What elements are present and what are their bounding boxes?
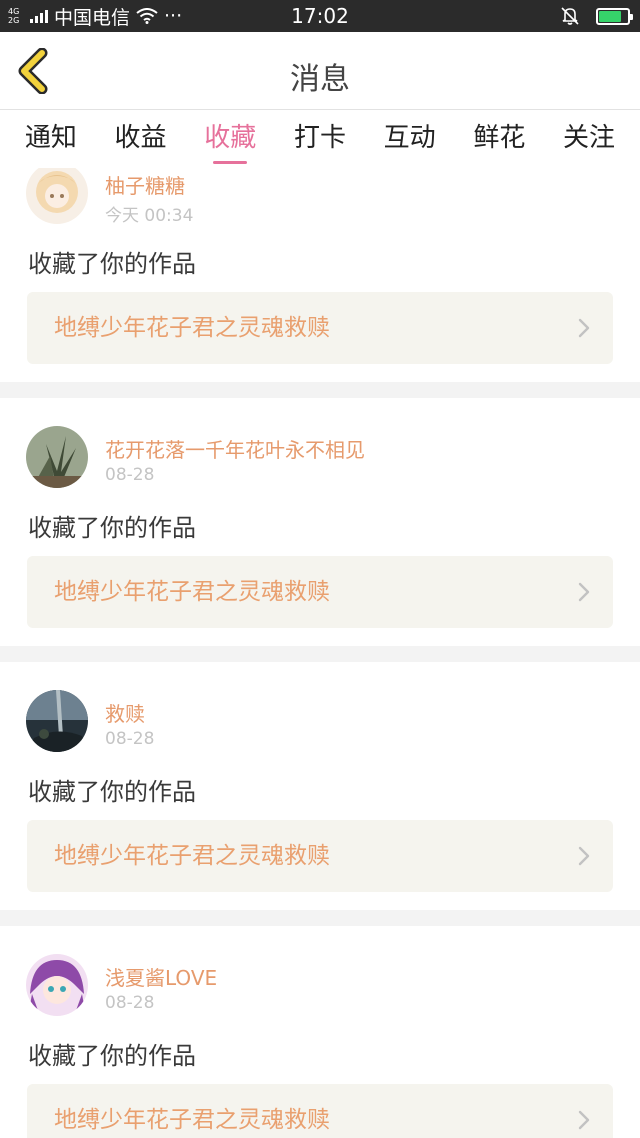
list-item: 花开花落一千年花叶永不相见 08-28 收藏了你的作品 地缚少年花子君之灵魂救赎 bbox=[0, 398, 640, 646]
clock: 17:02 bbox=[291, 4, 349, 28]
chevron-right-icon bbox=[578, 318, 590, 338]
work-link[interactable]: 地缚少年花子君之灵魂救赎 bbox=[27, 556, 613, 628]
avatar[interactable] bbox=[26, 954, 88, 1016]
work-title: 地缚少年花子君之灵魂救赎 bbox=[54, 843, 330, 869]
action-text: 收藏了你的作品 bbox=[28, 778, 196, 806]
header: 消息 bbox=[0, 32, 640, 110]
username[interactable]: 花开花落一千年花叶永不相见 bbox=[105, 434, 365, 463]
tab-interaction[interactable]: 互动 bbox=[370, 110, 450, 168]
work-title: 地缚少年花子君之灵魂救赎 bbox=[54, 1107, 330, 1133]
action-text: 收藏了你的作品 bbox=[28, 514, 196, 542]
timestamp: 08-28 bbox=[105, 729, 155, 749]
timestamp: 今天 00:34 bbox=[105, 206, 194, 226]
list-item: 浅夏酱LOVE 08-28 收藏了你的作品 地缚少年花子君之灵魂救赎 bbox=[0, 926, 640, 1138]
username[interactable]: 救赎 bbox=[105, 698, 145, 727]
tab-favorites[interactable]: 收藏 bbox=[190, 110, 270, 168]
chevron-right-icon bbox=[578, 846, 590, 866]
timestamp: 08-28 bbox=[105, 993, 155, 1013]
username[interactable]: 柚子糖糖 bbox=[105, 170, 185, 199]
avatar[interactable] bbox=[26, 168, 88, 224]
work-link[interactable]: 地缚少年花子君之灵魂救赎 bbox=[27, 820, 613, 892]
chevron-right-icon bbox=[578, 1110, 590, 1130]
status-bar: 4G 2G 中国电信 ··· 17:02 bbox=[0, 0, 640, 32]
action-text: 收藏了你的作品 bbox=[28, 250, 196, 278]
tab-bar: 通知 收益 收藏 打卡 互动 鲜花 关注 bbox=[0, 110, 640, 168]
mute-bell-icon bbox=[561, 7, 579, 25]
work-title: 地缚少年花子君之灵魂救赎 bbox=[54, 315, 330, 341]
work-title: 地缚少年花子君之灵魂救赎 bbox=[54, 579, 330, 605]
tab-checkin[interactable]: 打卡 bbox=[280, 110, 360, 168]
list-item: 救赎 08-28 收藏了你的作品 地缚少年花子君之灵魂救赎 bbox=[0, 662, 640, 910]
battery-level bbox=[599, 10, 622, 22]
tab-earnings[interactable]: 收益 bbox=[101, 110, 181, 168]
page-title: 消息 bbox=[290, 62, 350, 97]
avatar[interactable] bbox=[26, 690, 88, 752]
work-link[interactable]: 地缚少年花子君之灵魂救赎 bbox=[27, 292, 613, 364]
work-link[interactable]: 地缚少年花子君之灵魂救赎 bbox=[27, 1084, 613, 1138]
tab-notice[interactable]: 通知 bbox=[11, 110, 91, 168]
tab-follow[interactable]: 关注 bbox=[549, 110, 629, 168]
avatar[interactable] bbox=[26, 426, 88, 488]
username[interactable]: 浅夏酱LOVE bbox=[105, 962, 217, 991]
battery-icon bbox=[596, 7, 633, 25]
action-text: 收藏了你的作品 bbox=[28, 1042, 196, 1070]
timestamp: 08-28 bbox=[105, 465, 155, 485]
message-list: 柚子糖糖 今天 00:34 收藏了你的作品 地缚少年花子君之灵魂救赎 花开花落一… bbox=[0, 168, 640, 1138]
list-item: 柚子糖糖 今天 00:34 收藏了你的作品 地缚少年花子君之灵魂救赎 bbox=[0, 168, 640, 382]
tab-flowers[interactable]: 鲜花 bbox=[459, 110, 539, 168]
chevron-right-icon bbox=[578, 582, 590, 602]
